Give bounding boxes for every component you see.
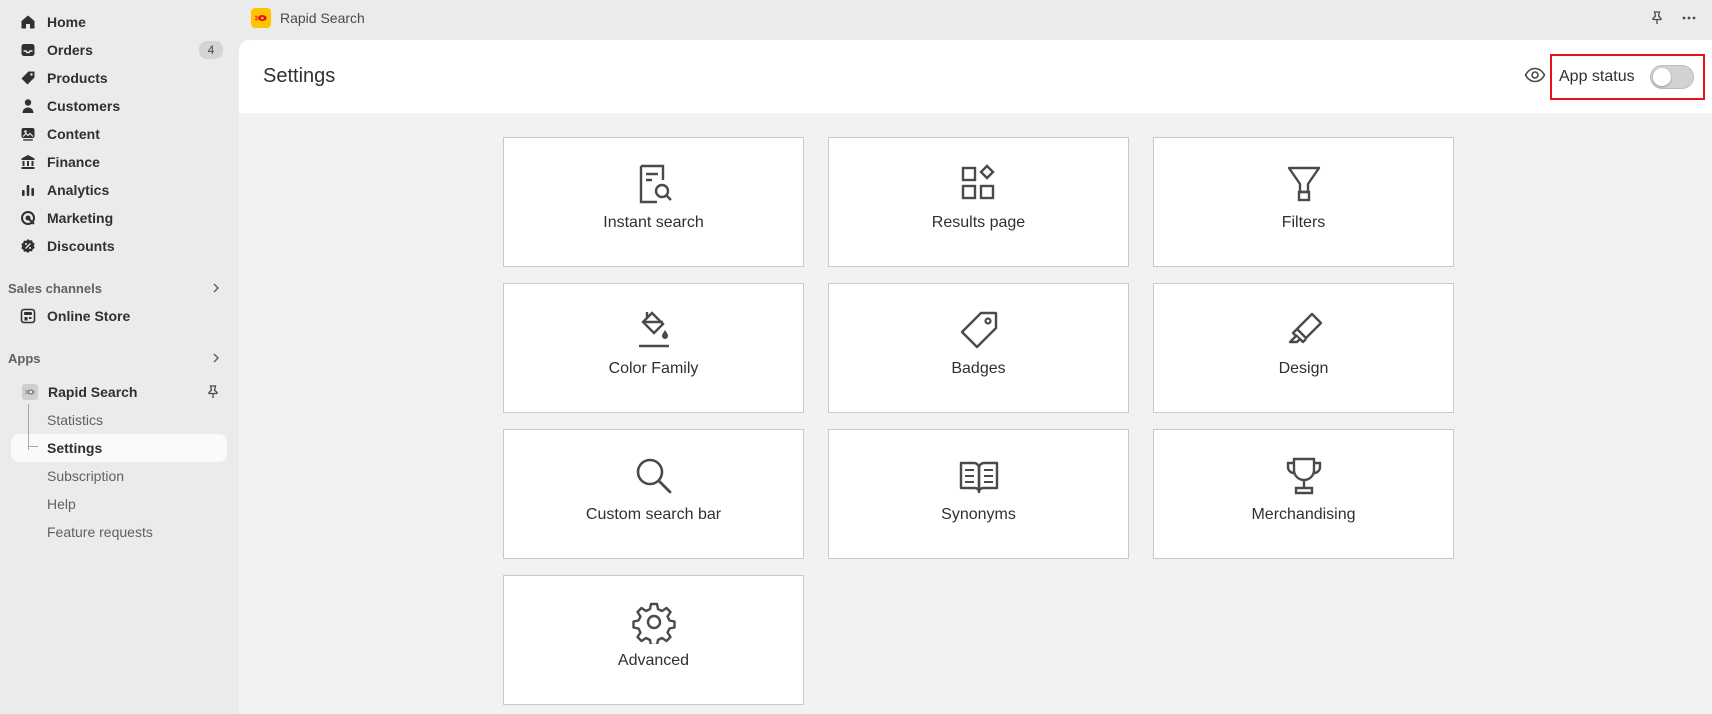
sub-item-subscription[interactable]: Subscription [0, 462, 239, 490]
card-label: Color Family [608, 360, 699, 377]
pin-icon[interactable] [1648, 9, 1666, 27]
card-label: Synonyms [941, 506, 1016, 523]
card-label: Filters [1281, 214, 1326, 231]
sales-channels-header[interactable]: Sales channels [0, 274, 239, 302]
discount-icon [20, 238, 36, 254]
highlighter-icon [1282, 308, 1326, 352]
tree-connector [28, 404, 29, 450]
app-status-label: App status [1559, 68, 1635, 85]
card-synonyms[interactable]: Synonyms [828, 429, 1129, 559]
app-item-rapid-search[interactable]: Rapid Search [0, 378, 239, 406]
trophy-icon [1282, 454, 1326, 498]
gear-icon [631, 600, 676, 644]
sub-item-help[interactable]: Help [0, 490, 239, 518]
paint-bucket-icon [632, 308, 676, 352]
apps-header[interactable]: Apps [0, 344, 239, 372]
card-label: Custom search bar [585, 506, 722, 523]
nav-label: Finance [47, 154, 100, 170]
nav-item-products[interactable]: Products [0, 64, 239, 92]
target-icon [20, 210, 36, 226]
app-topbar: Rapid Search [239, 0, 1712, 36]
tag-outline-icon [957, 308, 1001, 352]
toggle-knob [1653, 68, 1671, 86]
card-advanced[interactable]: Advanced [503, 575, 804, 705]
card-label: Merchandising [1251, 506, 1356, 523]
nav-item-marketing[interactable]: Marketing [0, 204, 239, 232]
app-name: Rapid Search [280, 10, 365, 26]
nav-label: Discounts [47, 238, 115, 254]
app-status-toggle[interactable] [1650, 65, 1694, 89]
page-title: Settings [263, 65, 336, 87]
open-book-icon [957, 454, 1001, 498]
layout-blocks-icon [957, 162, 1001, 206]
nav-label: Customers [47, 98, 121, 114]
nav-item-customers[interactable]: Customers [0, 92, 239, 120]
sub-item-label: Help [47, 496, 76, 512]
section-label: Apps [8, 350, 41, 366]
image-icon [20, 126, 36, 142]
main-panel: Settings App status Instant search Resul… [239, 40, 1712, 714]
sub-item-label: Feature requests [47, 524, 153, 540]
person-icon [20, 98, 36, 114]
tree-connector-arrow [28, 446, 38, 447]
card-merchandising[interactable]: Merchandising [1153, 429, 1454, 559]
magnifier-icon [632, 454, 676, 498]
pin-icon[interactable] [205, 384, 221, 400]
section-label: Sales channels [8, 280, 102, 296]
card-design[interactable]: Design [1153, 283, 1454, 413]
nav-label: Online Store [47, 308, 131, 324]
rapid-search-logo-icon [251, 8, 271, 28]
more-horizontal-icon[interactable] [1680, 9, 1698, 27]
nav-label: Marketing [47, 210, 114, 226]
home-icon [20, 14, 36, 30]
card-results-page[interactable]: Results page [828, 137, 1129, 267]
sidebar: Home Orders 4 Products Customers Content… [0, 0, 239, 714]
sub-item-label: Settings [47, 440, 103, 456]
app-label: Rapid Search [48, 384, 138, 400]
nav-item-analytics[interactable]: Analytics [0, 176, 239, 204]
card-custom-search-bar[interactable]: Custom search bar [503, 429, 804, 559]
eye-icon[interactable] [1524, 64, 1546, 86]
filter-funnel-icon [1282, 162, 1326, 206]
bar-chart-icon [20, 182, 36, 198]
card-filters[interactable]: Filters [1153, 137, 1454, 267]
nav-label: Orders [47, 42, 93, 58]
nav-label: Products [47, 70, 108, 86]
sub-item-statistics[interactable]: Statistics [0, 406, 239, 434]
card-label: Results page [931, 214, 1026, 231]
nav-item-orders[interactable]: Orders 4 [0, 36, 239, 64]
settings-card-grid: Instant search Results page Filters Colo… [503, 137, 1454, 705]
bank-icon [20, 154, 36, 170]
card-label: Design [1278, 360, 1329, 377]
rapid-search-logo-icon [22, 384, 38, 400]
sub-item-feature-requests[interactable]: Feature requests [0, 518, 239, 546]
chevron-right-icon [213, 283, 220, 293]
nav-label: Analytics [47, 182, 110, 198]
card-color-family[interactable]: Color Family [503, 283, 804, 413]
tag-icon [20, 70, 36, 86]
sub-item-label: Statistics [47, 412, 104, 428]
sub-item-settings[interactable]: Settings [11, 434, 227, 462]
orders-count-badge: 4 [199, 41, 223, 59]
card-label: Advanced [617, 652, 690, 669]
card-instant-search[interactable]: Instant search [503, 137, 804, 267]
card-badges[interactable]: Badges [828, 283, 1129, 413]
card-label: Badges [951, 360, 1006, 377]
nav-item-content[interactable]: Content [0, 120, 239, 148]
nav-item-home[interactable]: Home [0, 8, 239, 36]
sub-item-label: Subscription [47, 468, 125, 484]
inbox-icon [20, 42, 36, 58]
nav-item-finance[interactable]: Finance [0, 148, 239, 176]
nav-item-online-store[interactable]: Online Store [0, 302, 239, 330]
nav-item-discounts[interactable]: Discounts [0, 232, 239, 260]
page-header: Settings App status [239, 40, 1712, 113]
nav-label: Content [47, 126, 100, 142]
store-icon [20, 308, 36, 324]
topbar-actions [1648, 9, 1698, 27]
chevron-right-icon [213, 353, 220, 363]
app-status-highlight: App status [1550, 54, 1705, 100]
card-label: Instant search [603, 214, 704, 231]
nav-label: Home [47, 14, 86, 30]
search-document-icon [632, 162, 676, 206]
